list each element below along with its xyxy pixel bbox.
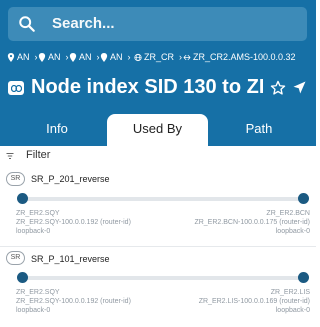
breadcrumb-item[interactable]: AN › [38,52,69,62]
filter-icon [6,153,14,159]
destination-id: ZR_ER2.BCN-100.0.0.175 (router-id) [194,219,310,226]
search-bar[interactable]: Search... [8,7,307,41]
location-pin-icon [38,52,46,62]
source-id: ZR_ER2.SQY-100.0.0.192 (router-id) [16,219,131,226]
breadcrumb-item[interactable]: AN › [100,52,131,62]
path-name: SR_P_101_reverse [31,254,110,264]
navigate-icon[interactable] [292,80,307,95]
tab-info[interactable]: Info [8,114,106,146]
header: Search... AN › AN › AN › AN › ZR_CR › ZR… [0,0,316,146]
page-title: Node index SID 130 to ZR_... [31,76,263,98]
tab-path[interactable]: Path [210,114,308,146]
source-name: ZR_ER2.SQY [16,210,60,217]
list-item[interactable]: SR SR_P_201_reverse ZR_ER2.SQY ZR_ER2.SQ… [0,170,316,250]
chevron-right-icon: › [179,52,183,62]
chevron-right-icon: › [127,52,131,62]
breadcrumb-label: AN [48,52,61,62]
link-icon [8,81,24,95]
title-row: Node index SID 130 to ZR_... [0,74,316,104]
destination-name: ZR_ER2.BCN [266,210,310,217]
breadcrumb-label: ZR_CR [144,52,175,62]
search-input[interactable]: Search... [52,15,115,32]
path-name: SR_P_201_reverse [31,174,110,184]
location-pin-icon [7,52,15,62]
breadcrumb: AN › AN › AN › AN › ZR_CR › ZR_CR2.AMS-1… [0,49,316,69]
globe-icon [134,53,142,61]
destination-id: ZR_ER2.LIS-100.0.0.169 (router-id) [198,298,310,305]
location-pin-icon [69,52,77,62]
source-info: ZR_ER2.SQY ZR_ER2.SQY-100.0.0.192 (route… [16,288,131,315]
source-info: ZR_ER2.SQY ZR_ER2.SQY-100.0.0.192 (route… [16,209,131,236]
breadcrumb-item[interactable]: AN › [7,52,38,62]
source-id: ZR_ER2.SQY-100.0.0.192 (router-id) [16,298,131,305]
star-icon[interactable] [270,80,286,96]
link-arrows-icon [183,54,191,60]
source-name: ZR_ER2.SQY [16,289,60,296]
list-item[interactable]: SR SR_P_101_reverse ZR_ER2.SQY ZR_ER2.SQ… [0,251,316,327]
destination-iface: loopback-0 [275,228,310,235]
breadcrumb-item[interactable]: ZR_CR › [134,52,182,62]
filter-label: Filter [26,149,51,161]
tab-bar: Info Used By Path [0,114,316,146]
breadcrumb-label: AN [110,52,123,62]
status-badge: SR [6,172,25,186]
filter-row[interactable]: Filter [0,146,316,166]
breadcrumb-item[interactable]: ZR_CR2.AMS-100.0.0.32 [183,52,296,62]
source-node[interactable] [17,272,28,283]
destination-info: ZR_ER2.LIS ZR_ER2.LIS-100.0.0.169 (route… [199,288,310,315]
search-icon [19,16,35,32]
destination-name: ZR_ER2.LIS [270,289,310,296]
breadcrumb-label: AN [17,52,30,62]
tab-used-by[interactable]: Used By [107,114,208,146]
breadcrumb-label: AN [79,52,92,62]
source-iface: loopback-0 [16,228,51,235]
path-track [22,197,304,201]
source-iface: loopback-0 [16,307,51,314]
divider [0,246,316,247]
destination-iface: loopback-0 [275,307,310,314]
breadcrumb-item[interactable]: AN › [69,52,100,62]
breadcrumb-label: ZR_CR2.AMS-100.0.0.32 [193,52,296,62]
location-pin-icon [100,52,108,62]
path-track [22,276,304,280]
destination-node[interactable] [298,193,309,204]
status-badge: SR [6,251,25,265]
destination-node[interactable] [298,272,309,283]
destination-info: ZR_ER2.BCN ZR_ER2.BCN-100.0.0.175 (route… [194,209,310,236]
source-node[interactable] [17,193,28,204]
